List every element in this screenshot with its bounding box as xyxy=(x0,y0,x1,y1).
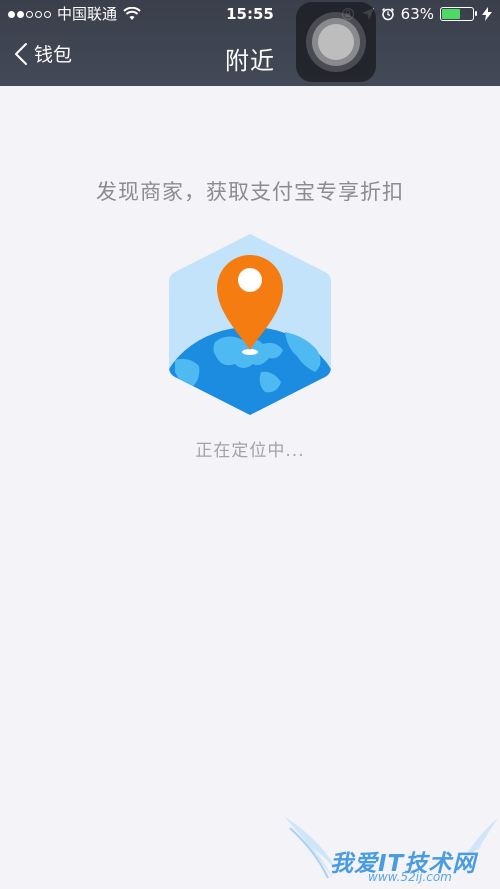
locating-status: 正在定位中... xyxy=(195,441,305,461)
charging-bolt-icon xyxy=(482,7,492,21)
headline: 发现商家，获取支付宝专享折扣 xyxy=(96,180,404,204)
assistive-touch-button[interactable] xyxy=(296,2,376,82)
page-title: 附近 xyxy=(225,47,275,75)
battery-percent: 63% xyxy=(400,5,434,23)
status-bar: 中国联通 15:55 63% xyxy=(0,0,500,28)
location-globe-illustration xyxy=(169,234,331,415)
alarm-icon xyxy=(381,7,394,21)
battery-icon xyxy=(440,7,477,21)
header: 中国联通 15:55 63% 钱包 附近 xyxy=(0,0,500,86)
watermark-url: www.52ij.com xyxy=(368,870,452,884)
nav-bar: 钱包 附近 xyxy=(0,28,500,86)
